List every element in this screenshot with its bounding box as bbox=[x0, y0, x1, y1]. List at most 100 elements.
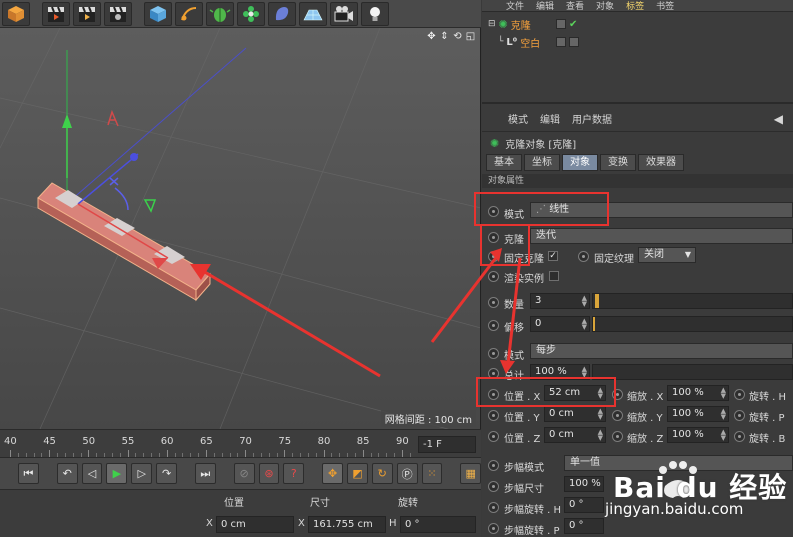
menu-edit[interactable]: 编辑 bbox=[536, 0, 554, 12]
step-rot-p-field[interactable]: 0 ° bbox=[564, 518, 604, 534]
spin-arrows-icon[interactable]: ▲ ▼ bbox=[598, 387, 603, 400]
visibility-flag[interactable] bbox=[556, 37, 566, 47]
move-view-icon[interactable]: ✥ bbox=[426, 30, 437, 42]
scale-x-radio[interactable] bbox=[612, 389, 623, 400]
menu-bookmarks[interactable]: 书签 bbox=[656, 0, 674, 12]
step-rot-h-field[interactable]: 0 ° bbox=[564, 497, 604, 513]
pen-icon[interactable] bbox=[175, 1, 203, 26]
tab-coord[interactable]: 坐标 bbox=[524, 154, 560, 171]
spin-arrows-icon[interactable]: ▲ ▼ bbox=[598, 429, 603, 442]
mode-radio[interactable] bbox=[488, 206, 499, 217]
light-icon[interactable] bbox=[361, 1, 389, 26]
step-size-field[interactable]: 100 % bbox=[564, 476, 604, 492]
menu-objects[interactable]: 对象 bbox=[596, 0, 614, 12]
cube-orange-icon[interactable] bbox=[2, 1, 30, 26]
spin-arrows-icon[interactable]: ▲ ▼ bbox=[582, 295, 587, 308]
coord-rotation-h-field[interactable]: 0 ° bbox=[400, 516, 476, 533]
tab-object[interactable]: 对象 bbox=[562, 154, 598, 171]
visibility-flag[interactable] bbox=[556, 19, 566, 29]
pos-y-radio[interactable] bbox=[488, 410, 499, 421]
spin-arrows-icon[interactable]: ▲ ▼ bbox=[598, 408, 603, 421]
tab-basic[interactable]: 基本 bbox=[486, 154, 522, 171]
timeline[interactable]: 40 45 50 55 60 65 70 75 80 85 90 -1 F bbox=[0, 429, 481, 457]
floor-icon[interactable] bbox=[299, 1, 327, 26]
current-frame-field[interactable]: -1 F bbox=[418, 436, 476, 453]
clapper-settings-icon[interactable] bbox=[104, 1, 132, 26]
step-rot-p-radio[interactable] bbox=[488, 523, 499, 534]
attr-menu-userdata[interactable]: 用户数据 bbox=[572, 111, 612, 126]
menu-tags[interactable]: 标签 bbox=[626, 0, 644, 12]
rot-p-radio[interactable] bbox=[734, 410, 745, 421]
film-strip-icon[interactable]: ▦ bbox=[460, 463, 482, 484]
perspective-viewport[interactable]: ✥ ⇕ ⟲ ◱ 网格间距 : 100 cm bbox=[0, 28, 481, 429]
spin-arrows-icon[interactable]: ▲ ▼ bbox=[721, 387, 726, 400]
camera-icon[interactable] bbox=[330, 1, 358, 26]
deform-icon[interactable] bbox=[268, 1, 296, 26]
scale-z-radio[interactable] bbox=[612, 431, 623, 442]
mode-dropdown[interactable]: ⋰ 线性 bbox=[530, 202, 793, 218]
object-row-cloner[interactable]: ⊟ ✺ 克隆 bbox=[488, 16, 531, 32]
parameter-icon[interactable]: Ⓟ bbox=[396, 463, 418, 484]
keyframe-help-icon[interactable]: ? bbox=[283, 463, 305, 484]
step-size-radio[interactable] bbox=[488, 481, 499, 492]
tab-effectors[interactable]: 效果器 bbox=[638, 154, 684, 171]
next-key-icon[interactable]: ↷ bbox=[156, 463, 177, 484]
step-mode-dropdown[interactable]: 单一值 bbox=[564, 455, 793, 471]
go-start-icon[interactable]: ⏮ bbox=[18, 463, 39, 484]
coord-position-x-field[interactable]: 0 cm bbox=[216, 516, 294, 533]
attr-menu-mode[interactable]: 模式 bbox=[508, 111, 528, 126]
rot-b-radio[interactable] bbox=[734, 431, 745, 442]
record-disabled-icon[interactable]: ⊘ bbox=[233, 463, 255, 484]
prev-key-icon[interactable]: ↶ bbox=[56, 463, 78, 484]
coord-size-x-field[interactable]: 161.755 cm bbox=[308, 516, 386, 533]
spin-arrows-icon[interactable]: ▲ ▼ bbox=[582, 318, 587, 331]
mode2-dropdown[interactable]: 每步 bbox=[530, 343, 793, 359]
spin-arrows-icon[interactable]: ▲ ▼ bbox=[582, 366, 587, 379]
pos-x-radio[interactable] bbox=[488, 389, 499, 400]
fix-texture-dropdown[interactable]: 关闭 ▼ bbox=[638, 247, 696, 263]
scale-z-field[interactable]: 100 % ▲ ▼ bbox=[667, 427, 729, 443]
scale-tool-icon[interactable]: ◩ bbox=[346, 463, 368, 484]
menu-view[interactable]: 查看 bbox=[566, 0, 584, 12]
bug-icon[interactable] bbox=[206, 1, 234, 26]
dolly-view-icon[interactable]: ⇕ bbox=[439, 30, 450, 42]
prev-frame-icon[interactable]: ◁ bbox=[81, 463, 103, 484]
fix-clone-checkbox[interactable]: ✓ bbox=[548, 251, 558, 261]
fix-texture-radio[interactable] bbox=[578, 251, 589, 262]
rotate-tool-icon[interactable]: ↻ bbox=[371, 463, 393, 484]
total-slider[interactable] bbox=[592, 364, 793, 380]
menu-file[interactable]: 文件 bbox=[506, 0, 524, 12]
rot-h-radio[interactable] bbox=[734, 389, 745, 400]
move-tool-icon[interactable]: ✥ bbox=[322, 463, 343, 484]
object-row-null[interactable]: └ L⁰ 空白 bbox=[498, 34, 540, 50]
flower-icon[interactable] bbox=[237, 1, 265, 26]
offset-slider[interactable] bbox=[592, 316, 793, 332]
scale-y-field[interactable]: 100 % ▲ ▼ bbox=[667, 406, 729, 422]
pos-x-field[interactable]: 52 cm ▲ ▼ bbox=[544, 385, 606, 401]
step-rot-h-radio[interactable] bbox=[488, 502, 499, 513]
spin-arrows-icon[interactable]: ▲ ▼ bbox=[721, 408, 726, 421]
count-slider[interactable] bbox=[592, 293, 793, 309]
render-instances-checkbox[interactable] bbox=[549, 271, 559, 281]
grid-dots-icon[interactable]: ⁙ bbox=[421, 463, 443, 484]
count-slider-knob[interactable] bbox=[595, 294, 599, 308]
enabled-check-icon[interactable]: ✔ bbox=[569, 19, 577, 30]
step-mode-radio[interactable] bbox=[488, 460, 499, 471]
tab-transform[interactable]: 变换 bbox=[600, 154, 636, 171]
offset-slider-knob[interactable] bbox=[593, 317, 595, 331]
pos-z-field[interactable]: 0 cm ▲ ▼ bbox=[544, 427, 606, 443]
scale-x-field[interactable]: 100 % ▲ ▼ bbox=[667, 385, 729, 401]
cube-icon[interactable] bbox=[144, 1, 172, 26]
go-end-icon[interactable]: ⏭ bbox=[194, 463, 216, 484]
clapper-icon[interactable] bbox=[42, 1, 70, 26]
autokey-icon[interactable]: ⊛ bbox=[258, 463, 280, 484]
pos-y-field[interactable]: 0 cm ▲ ▼ bbox=[544, 406, 606, 422]
spin-arrows-icon[interactable]: ▲ ▼ bbox=[721, 429, 726, 442]
clapper-render-icon[interactable] bbox=[73, 1, 101, 26]
rotate-view-icon[interactable]: ⟲ bbox=[452, 30, 463, 42]
tree-collapse-icon[interactable]: ⊟ bbox=[488, 19, 496, 29]
maximize-view-icon[interactable]: ◱ bbox=[465, 30, 476, 42]
render-flag[interactable] bbox=[569, 37, 579, 47]
back-arrow-icon[interactable]: ◀ bbox=[774, 112, 783, 126]
clones-dropdown[interactable]: 迭代 bbox=[530, 228, 793, 244]
